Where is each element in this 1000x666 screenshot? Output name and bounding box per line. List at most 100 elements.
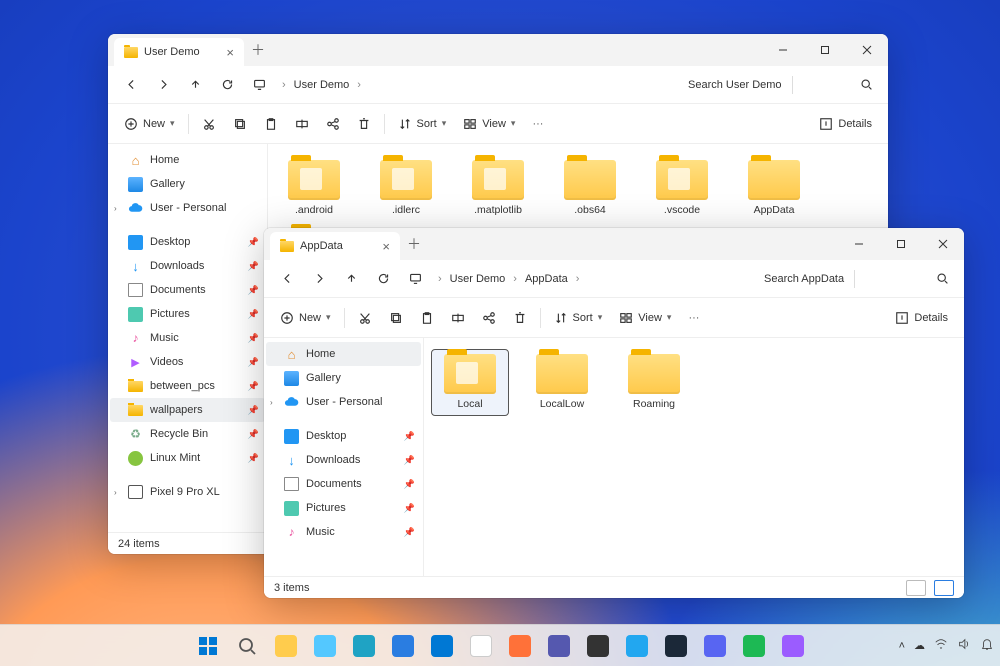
- folder--idlerc[interactable]: .idlerc: [368, 156, 444, 221]
- taskbar[interactable]: ˄ ☁: [0, 624, 1000, 666]
- search-input[interactable]: Search AppData: [756, 266, 926, 292]
- sidebar-item-linux-mint[interactable]: Linux Mint📌: [110, 446, 265, 470]
- refresh-button[interactable]: [368, 264, 398, 294]
- up-button[interactable]: [180, 70, 210, 100]
- sidebar-item-user-personal[interactable]: ›User - Personal: [266, 390, 421, 414]
- paste-button[interactable]: [256, 109, 286, 139]
- sidebar-item-pictures[interactable]: Pictures📌: [110, 302, 265, 326]
- pc-icon[interactable]: [400, 264, 430, 294]
- taskbar-firefox[interactable]: [502, 628, 538, 664]
- new-button[interactable]: New▾: [272, 303, 339, 333]
- breadcrumb[interactable]: › User Demo ›: [280, 75, 363, 95]
- folder-locallow[interactable]: LocalLow: [524, 350, 600, 415]
- sidebar-item-desktop[interactable]: Desktop📌: [266, 424, 421, 448]
- sidebar-item-downloads[interactable]: ↓Downloads📌: [110, 254, 265, 278]
- sidebar-item-downloads[interactable]: ↓Downloads📌: [266, 448, 421, 472]
- taskbar-vscode[interactable]: [619, 628, 655, 664]
- copy-button[interactable]: [225, 109, 255, 139]
- sidebar-item-pictures[interactable]: Pictures📌: [266, 496, 421, 520]
- breadcrumb-item[interactable]: User Demo: [448, 269, 508, 289]
- rename-button[interactable]: [443, 303, 473, 333]
- breadcrumb-item[interactable]: User Demo: [292, 75, 352, 95]
- search-icon[interactable]: [852, 70, 880, 100]
- sidebar-item-videos[interactable]: ▶Videos📌: [110, 350, 265, 374]
- forward-button[interactable]: [148, 70, 178, 100]
- minimize-button[interactable]: [762, 34, 804, 66]
- sidebar-item-music[interactable]: ♪Music📌: [110, 326, 265, 350]
- sidebar-item-documents[interactable]: Documents📌: [110, 278, 265, 302]
- view-list-icon[interactable]: [906, 580, 926, 596]
- taskbar-copilot[interactable]: [775, 628, 811, 664]
- minimize-button[interactable]: [838, 228, 880, 260]
- chevron-right-icon[interactable]: ›: [270, 398, 273, 407]
- more-button[interactable]: ···: [524, 109, 551, 139]
- tab-user-demo[interactable]: User Demo ×: [114, 38, 244, 66]
- copy-button[interactable]: [381, 303, 411, 333]
- search-icon[interactable]: [928, 264, 956, 294]
- folder--vscode[interactable]: .vscode: [644, 156, 720, 221]
- taskbar-discord[interactable]: [697, 628, 733, 664]
- volume-icon[interactable]: [957, 637, 971, 654]
- taskbar-spotify[interactable]: [736, 628, 772, 664]
- sidebar-item-gallery[interactable]: Gallery: [110, 172, 265, 196]
- sidebar-item-recycle-bin[interactable]: ♻Recycle Bin📌: [110, 422, 265, 446]
- new-button[interactable]: New▾: [116, 109, 183, 139]
- taskbar-weather[interactable]: [307, 628, 343, 664]
- cut-button[interactable]: [350, 303, 380, 333]
- maximize-button[interactable]: [880, 228, 922, 260]
- back-button[interactable]: [116, 70, 146, 100]
- sidebar-item-pixel-9-pro-xl[interactable]: ›Pixel 9 Pro XL: [110, 480, 265, 504]
- taskbar-terminal[interactable]: [580, 628, 616, 664]
- delete-button[interactable]: [505, 303, 535, 333]
- view-button[interactable]: View▾: [611, 303, 679, 333]
- cut-button[interactable]: [194, 109, 224, 139]
- sidebar-item-documents[interactable]: Documents📌: [266, 472, 421, 496]
- taskbar-chrome[interactable]: [463, 628, 499, 664]
- taskbar-search[interactable]: [229, 628, 265, 664]
- taskbar-mail[interactable]: [424, 628, 460, 664]
- details-button[interactable]: Details: [887, 303, 956, 333]
- sidebar-item-music[interactable]: ♪Music📌: [266, 520, 421, 544]
- folder--obs64[interactable]: .obs64: [552, 156, 628, 221]
- up-button[interactable]: [336, 264, 366, 294]
- share-button[interactable]: [318, 109, 348, 139]
- titlebar[interactable]: User Demo × ＋: [108, 34, 888, 66]
- view-grid-icon[interactable]: [934, 580, 954, 596]
- more-button[interactable]: ···: [680, 303, 707, 333]
- taskbar-store[interactable]: [385, 628, 421, 664]
- nav-pane[interactable]: ⌂HomeGallery›User - PersonalDesktop📌↓Dow…: [108, 144, 268, 532]
- view-button[interactable]: View▾: [455, 109, 523, 139]
- breadcrumb[interactable]: › User Demo › AppData ›: [436, 269, 581, 289]
- paste-button[interactable]: [412, 303, 442, 333]
- system-tray[interactable]: ˄ ☁: [899, 637, 994, 654]
- back-button[interactable]: [272, 264, 302, 294]
- sidebar-item-gallery[interactable]: Gallery: [266, 366, 421, 390]
- sort-button[interactable]: Sort▾: [390, 109, 455, 139]
- chevron-right-icon[interactable]: ›: [114, 488, 117, 497]
- folder--matplotlib[interactable]: .matplotlib: [460, 156, 536, 221]
- folder-local[interactable]: Local: [432, 350, 508, 415]
- close-tab-icon[interactable]: ×: [226, 45, 234, 60]
- folder-appdata[interactable]: AppData: [736, 156, 812, 221]
- titlebar[interactable]: AppData × ＋: [264, 228, 964, 260]
- taskbar-steam[interactable]: [658, 628, 694, 664]
- sort-button[interactable]: Sort▾: [546, 303, 611, 333]
- chevron-right-icon[interactable]: ›: [114, 204, 117, 213]
- pc-icon[interactable]: [244, 70, 274, 100]
- delete-button[interactable]: [349, 109, 379, 139]
- sidebar-item-desktop[interactable]: Desktop📌: [110, 230, 265, 254]
- refresh-button[interactable]: [212, 70, 242, 100]
- new-tab-button[interactable]: ＋: [244, 40, 272, 60]
- maximize-button[interactable]: [804, 34, 846, 66]
- sidebar-item-user-personal[interactable]: ›User - Personal: [110, 196, 265, 220]
- close-button[interactable]: [846, 34, 888, 66]
- forward-button[interactable]: [304, 264, 334, 294]
- wifi-icon[interactable]: [934, 637, 948, 654]
- tab-appdata[interactable]: AppData ×: [270, 232, 400, 260]
- tray-chevron-icon[interactable]: ˄: [899, 640, 905, 652]
- folder-roaming[interactable]: Roaming: [616, 350, 692, 415]
- new-tab-button[interactable]: ＋: [400, 234, 428, 254]
- details-button[interactable]: Details: [811, 109, 880, 139]
- close-button[interactable]: [922, 228, 964, 260]
- sidebar-item-home[interactable]: ⌂Home: [266, 342, 421, 366]
